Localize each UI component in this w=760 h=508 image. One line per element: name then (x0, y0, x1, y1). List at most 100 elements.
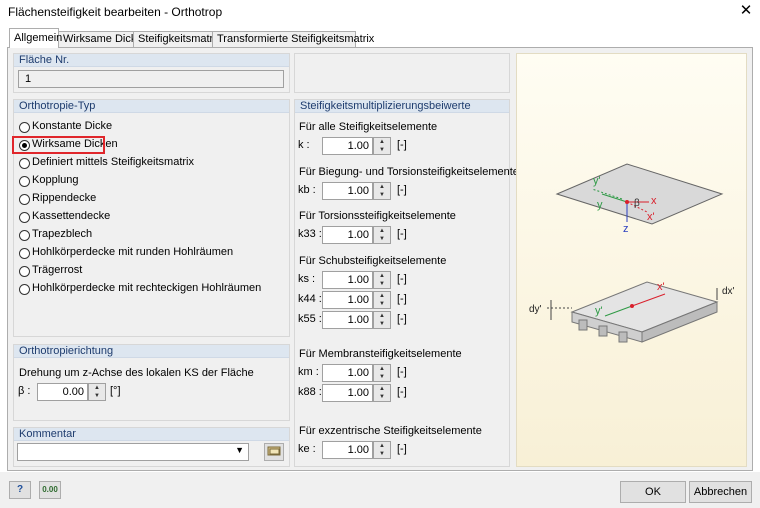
radio-button[interactable] (19, 212, 30, 223)
ok-button[interactable]: OK (620, 481, 686, 503)
beta-unit: [°] (110, 385, 121, 397)
factor-input[interactable]: 1.00 (322, 137, 373, 155)
factor-input[interactable]: 1.00 (322, 291, 373, 309)
kommentar-header: Kommentar (14, 428, 289, 441)
factor-input[interactable]: 1.00 (322, 271, 373, 289)
plate-label: β (634, 198, 640, 209)
radio-label[interactable]: Kassettendecke (32, 210, 110, 222)
radio-button[interactable] (19, 248, 30, 259)
kommentar-library-button[interactable] (264, 443, 284, 461)
factor-spinner[interactable]: ▲ ▼ (373, 311, 391, 329)
factor-unit: [-] (397, 313, 407, 325)
radio-label[interactable]: Hohlkörperdecke mit rechteckigen Hohlräu… (32, 282, 261, 294)
factor-spinner[interactable]: ▲ ▼ (373, 137, 391, 155)
radio-button[interactable] (19, 176, 30, 187)
radio-label[interactable]: Kopplung (32, 174, 79, 186)
radio-label[interactable]: Trapezblech (32, 228, 92, 240)
tab-transformierte-steifigkeitsmatrix[interactable]: Transformierte Steifigkeitsmatrix (212, 31, 374, 47)
factor-spinner[interactable]: ▲ ▼ (373, 226, 391, 244)
slab-label: x' (657, 281, 665, 293)
factor-spinner[interactable]: ▲ ▼ (373, 182, 391, 200)
beiwerte-header: Steifigkeitsmultiplizierungsbeiwerte (295, 100, 509, 113)
plate-label: y (597, 199, 603, 211)
richtung-header: Orthotropierichtung (14, 345, 289, 358)
factor-unit: [-] (397, 386, 407, 398)
factor-input[interactable]: 1.00 (322, 226, 373, 244)
spin-up-icon[interactable]: ▲ (374, 227, 390, 235)
help-button[interactable]: ? (9, 481, 31, 499)
radio-label[interactable]: Hohlkörperdecke mit runden Hohlräumen (32, 246, 233, 258)
factor-input[interactable]: 1.00 (322, 384, 373, 402)
spin-down-icon[interactable]: ▼ (374, 393, 390, 401)
radio-button[interactable] (19, 284, 30, 295)
radio-label[interactable]: Rippendecke (32, 192, 96, 204)
section-title: Für exzentrische Steifigkeitselemente (299, 425, 482, 437)
close-icon[interactable]: ✕ (737, 2, 755, 20)
spin-up-icon[interactable]: ▲ (374, 442, 390, 450)
section-title: Für Schubsteifigkeitselemente (299, 255, 447, 267)
radio-button[interactable] (19, 266, 30, 277)
factor-spinner[interactable]: ▲ ▼ (373, 364, 391, 382)
spin-up-icon[interactable]: ▲ (89, 384, 105, 392)
kommentar-dropdown[interactable]: ▼ (17, 443, 249, 461)
spin-up-icon[interactable]: ▲ (374, 272, 390, 280)
spin-up-icon[interactable]: ▲ (374, 365, 390, 373)
spin-up-icon[interactable]: ▲ (374, 385, 390, 393)
radio-button[interactable] (19, 230, 30, 241)
radio-button[interactable] (19, 122, 30, 133)
factor-input[interactable]: 1.00 (322, 441, 373, 459)
tab-steifigkeitsmatrix[interactable]: Steifigkeitsmatrix (133, 31, 221, 47)
factor-spinner[interactable]: ▲ ▼ (373, 271, 391, 289)
units-button[interactable]: 0.00 (39, 481, 61, 499)
spin-down-icon[interactable]: ▼ (374, 450, 390, 458)
factor-unit: [-] (397, 273, 407, 285)
radio-label[interactable]: Trägerrost (32, 264, 82, 276)
radio-button[interactable] (19, 194, 30, 205)
spin-down-icon[interactable]: ▼ (374, 280, 390, 288)
spin-down-icon[interactable]: ▼ (374, 146, 390, 154)
spin-down-icon[interactable]: ▼ (374, 300, 390, 308)
factor-unit: [-] (397, 293, 407, 305)
spin-down-icon[interactable]: ▼ (374, 320, 390, 328)
chevron-down-icon[interactable]: ▼ (235, 445, 244, 455)
plate-label: x' (647, 211, 655, 223)
cancel-button[interactable]: Abbrechen (689, 481, 752, 503)
factor-input[interactable]: 1.00 (322, 364, 373, 382)
factor-label: ke : (298, 443, 316, 455)
factor-spinner[interactable]: ▲ ▼ (373, 384, 391, 402)
beta-spinner[interactable]: ▲ ▼ (88, 383, 106, 401)
spin-down-icon[interactable]: ▼ (374, 373, 390, 381)
factor-input[interactable]: 1.00 (322, 182, 373, 200)
plate-shape (555, 163, 724, 225)
orthotropie-header: Orthotropie-Typ (14, 100, 289, 113)
diagram-panel: y' y β x x' z y' x' dy' dx' (516, 53, 747, 467)
factor-label: k : (298, 139, 310, 151)
tab-allgemein[interactable]: Allgemein (9, 28, 62, 48)
factor-spinner[interactable]: ▲ ▼ (373, 291, 391, 309)
spin-up-icon[interactable]: ▲ (374, 138, 390, 146)
factor-unit: [-] (397, 228, 407, 240)
plate-label: x (651, 195, 657, 207)
section-title: Für Biegung- und Torsionsteifigkeitselem… (299, 166, 519, 178)
spin-up-icon[interactable]: ▲ (374, 183, 390, 191)
flaeche-nr-field: 1 (18, 70, 284, 88)
folder-icon (267, 446, 281, 456)
factor-input[interactable]: 1.00 (322, 311, 373, 329)
tab-wirksame-dicke[interactable]: Wirksame Dicke (58, 31, 142, 47)
beta-input[interactable]: 0.00 (37, 383, 88, 401)
radio-label[interactable]: Konstante Dicke (32, 120, 112, 132)
orthotropy-diagram: y' y β x x' z y' x' dy' dx' (529, 163, 735, 343)
factor-label: k44 : (298, 293, 322, 305)
units-icon: 0.00 (42, 485, 58, 494)
radio-button[interactable] (19, 158, 30, 169)
spin-down-icon[interactable]: ▼ (374, 191, 390, 199)
spin-up-icon[interactable]: ▲ (374, 292, 390, 300)
spin-down-icon[interactable]: ▼ (89, 392, 105, 400)
empty-group (294, 53, 510, 93)
factor-spinner[interactable]: ▲ ▼ (373, 441, 391, 459)
section-title: Für Torsionssteifigkeitselemente (299, 210, 456, 222)
selection-highlight (12, 136, 105, 154)
radio-label[interactable]: Definiert mittels Steifigkeitsmatrix (32, 156, 194, 168)
spin-down-icon[interactable]: ▼ (374, 235, 390, 243)
spin-up-icon[interactable]: ▲ (374, 312, 390, 320)
